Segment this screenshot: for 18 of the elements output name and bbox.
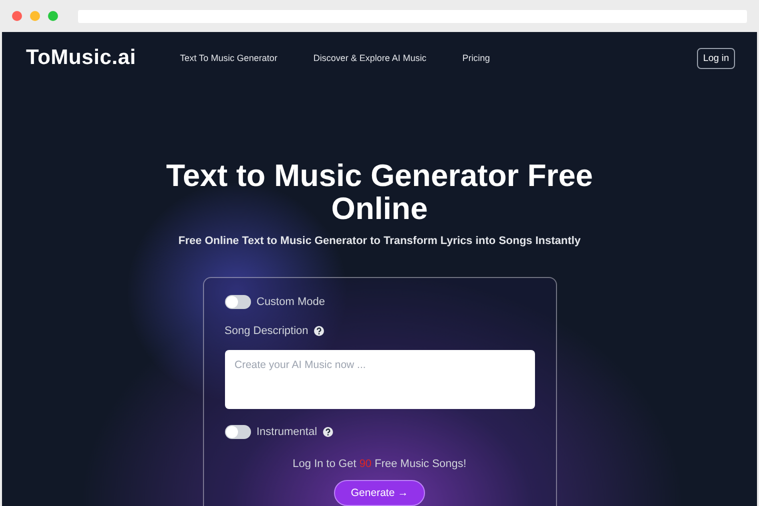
logo[interactable]: ToMusic.ai — [26, 46, 136, 70]
subtitle: Free Online Text to Music Generator to Transform Lyrics into Songs Instantly — [178, 235, 581, 247]
promo-text: Log In to Get 90 Free Music Songs! — [292, 458, 468, 470]
instrumental-toggle[interactable] — [224, 425, 250, 439]
generate-button[interactable]: Generate → — [334, 480, 426, 506]
custom-mode-toggle[interactable] — [224, 295, 250, 309]
song-description-field[interactable]: Create your AI Music now ... — [224, 350, 534, 409]
nav-link[interactable]: Pricing — [462, 53, 490, 63]
nav-link[interactable]: Text To Music Generator — [180, 53, 278, 63]
field-label: Song Description — [224, 325, 308, 337]
help-icon[interactable] — [323, 427, 334, 437]
window-control-icon[interactable] — [12, 11, 22, 21]
page-title: Text to Music Generator Free Online — [165, 159, 594, 225]
login-button[interactable]: Log in — [697, 48, 735, 68]
toggle-label: Instrumental — [256, 426, 318, 438]
nav-link[interactable]: Discover & Explore AI Music — [313, 53, 426, 63]
toggle-label: Custom Mode — [256, 296, 325, 308]
help-icon[interactable] — [314, 326, 324, 336]
